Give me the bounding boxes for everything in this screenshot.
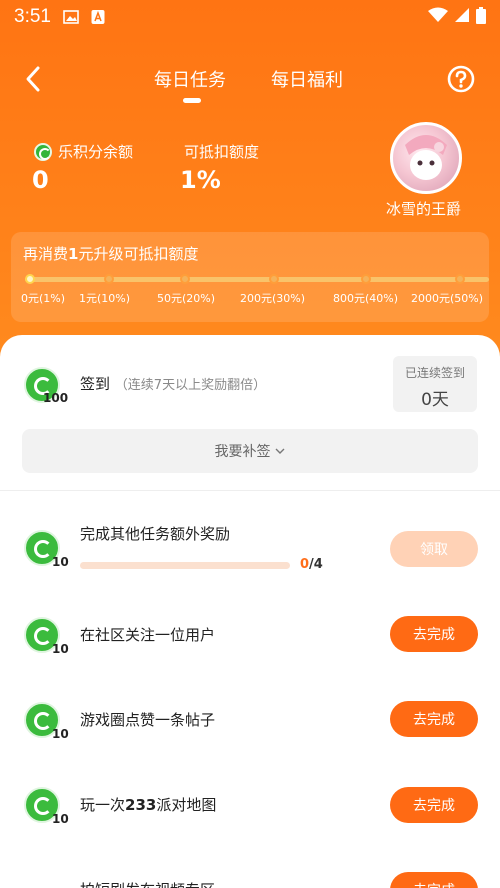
go-complete-button[interactable]: 去完成 xyxy=(390,787,478,823)
app-notification-icon xyxy=(91,9,105,25)
task-title: 拍短剧发布视频专区 xyxy=(80,879,215,888)
task-title: 玩一次233派对地图 xyxy=(80,794,216,815)
tier-dot xyxy=(25,274,35,284)
task-progress-total: /4 xyxy=(309,557,323,572)
signin-hint: （连续7天以上奖励翻倍） xyxy=(114,378,267,393)
task-title-suffix: 派对地图 xyxy=(156,796,217,814)
tier-label: 200元(30%) xyxy=(240,292,306,305)
tier-dot xyxy=(361,274,371,284)
wifi-icon xyxy=(428,7,448,27)
status-bar: 3:51 xyxy=(0,0,500,34)
username: 冰雪的王爵 xyxy=(386,200,462,218)
task-progress-bar xyxy=(80,562,290,569)
tier-dot xyxy=(269,274,279,284)
section-divider xyxy=(0,490,500,491)
task-title: 完成其他任务额外奖励 xyxy=(80,525,231,543)
go-complete-button[interactable]: 去完成 xyxy=(390,616,478,652)
tab-daily-tasks[interactable]: 每日任务 xyxy=(154,66,226,92)
deduct-limit-label: 可抵扣额度 xyxy=(184,143,260,161)
help-button[interactable] xyxy=(446,64,476,94)
task-title-bold: 233 xyxy=(125,796,157,814)
upgrade-title-suffix: 元升级可抵扣额度 xyxy=(78,245,199,263)
tier-label: 1元(10%) xyxy=(79,292,131,305)
deduct-limit-value: 1% xyxy=(180,166,221,194)
avatar-image xyxy=(405,135,447,180)
claim-button[interactable]: 领取 xyxy=(390,531,478,567)
go-complete-button[interactable]: 去完成 xyxy=(390,701,478,737)
task-coin-amount: 10 xyxy=(52,642,69,656)
signin-title-row: 签到 （连续7天以上奖励翻倍） xyxy=(80,373,266,394)
tier-label: 2000元(50%) xyxy=(411,292,484,305)
points-balance-text: 乐积分余额 xyxy=(58,143,134,161)
signal-icon xyxy=(454,7,470,27)
image-notification-icon xyxy=(63,9,79,25)
signin-streak-box: 已连续签到 0天 xyxy=(393,356,477,412)
points-balance-label: 乐积分余额 xyxy=(34,141,133,162)
top-navigation: 每日任务 每日福利 xyxy=(0,56,500,104)
signin-title: 签到 xyxy=(80,375,111,393)
signin-coin-amount: 100 xyxy=(43,391,69,405)
makeup-signin-button[interactable]: 我要补签 xyxy=(22,429,478,473)
go-complete-button[interactable]: 去完成 xyxy=(390,872,478,888)
upgrade-title: 再消费1元升级可抵扣额度 xyxy=(23,243,198,264)
points-coin-icon xyxy=(34,142,52,161)
streak-label: 已连续签到 xyxy=(404,366,465,380)
tier-dot xyxy=(104,274,114,284)
tier-track xyxy=(25,274,489,284)
upgrade-title-prefix: 再消费 xyxy=(23,245,69,263)
tier-dot xyxy=(180,274,190,284)
upgrade-progress-card: 再消费1元升级可抵扣额度 0元(1%) 1元(10%) 50元(20%) 200… xyxy=(11,232,489,322)
tier-label: 50元(20%) xyxy=(157,292,216,305)
streak-value: 0天 xyxy=(421,390,449,410)
back-button[interactable] xyxy=(20,64,50,94)
makeup-signin-label: 我要补签 xyxy=(214,444,271,460)
task-coin-amount: 10 xyxy=(52,555,69,569)
user-avatar[interactable] xyxy=(390,122,462,194)
task-title: 在社区关注一位用户 xyxy=(80,626,216,644)
chevron-down-icon xyxy=(275,448,284,454)
task-title-prefix: 玩一次 xyxy=(80,796,126,814)
task-progress-done: 0 xyxy=(300,557,310,572)
status-time: 3:51 xyxy=(14,6,51,27)
task-coin-amount: 10 xyxy=(52,812,69,826)
tab-daily-welfare[interactable]: 每日福利 xyxy=(271,66,343,92)
upgrade-title-amount: 1 xyxy=(68,245,79,263)
task-progress-text: 0/4 xyxy=(300,557,323,572)
tier-label: 0元(1%) xyxy=(21,292,66,305)
tier-label: 800元(40%) xyxy=(333,292,399,305)
task-title: 游戏圈点赞一条帖子 xyxy=(80,711,216,729)
chevron-left-icon xyxy=(26,66,40,92)
help-circle-icon xyxy=(447,65,475,93)
battery-icon xyxy=(476,6,486,28)
task-card: 100 签到 （连续7天以上奖励翻倍） 已连续签到 0天 我要补签 10 完成其… xyxy=(0,335,500,888)
active-tab-indicator xyxy=(183,98,201,103)
points-balance-value: 0 xyxy=(32,166,49,194)
tier-dot xyxy=(455,274,465,284)
task-coin-amount: 10 xyxy=(52,727,69,741)
